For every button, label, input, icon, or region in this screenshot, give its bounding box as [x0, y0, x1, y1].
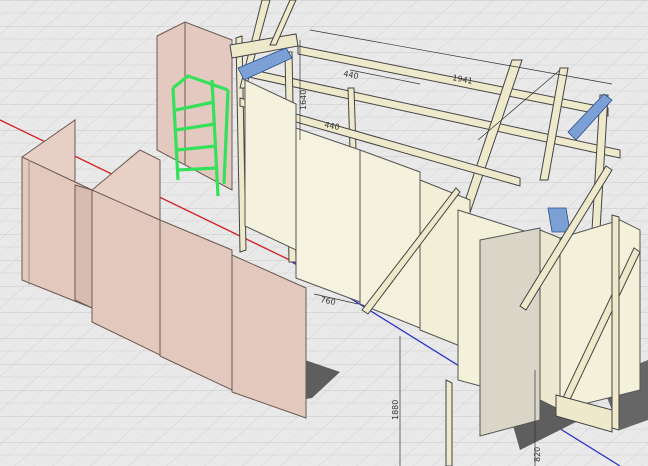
cad-3d-viewport[interactable]: 1941 440 1640 440 760 1880 820	[0, 0, 648, 466]
dimension-label-bottom-right: 820	[533, 447, 542, 462]
3d-scene[interactable]: 1941 440 1640 440 760 1880 820	[0, 0, 648, 466]
dimension-label-post-height: 1640	[299, 90, 308, 110]
dimension-label-column-height: 1880	[391, 400, 400, 420]
